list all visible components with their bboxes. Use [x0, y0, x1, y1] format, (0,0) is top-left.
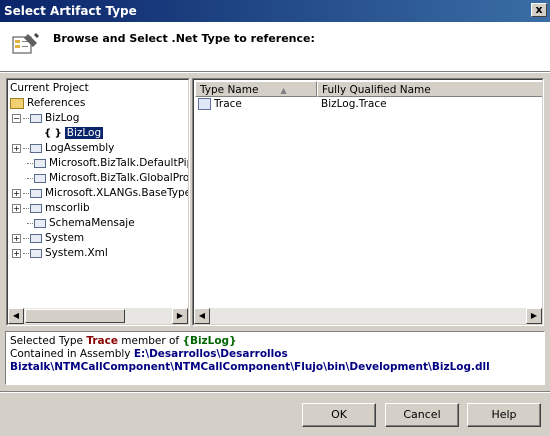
selection-info: Selected Type Trace member of {BizLog} C… — [5, 331, 545, 385]
scroll-thumb[interactable] — [25, 309, 125, 323]
scroll-right-icon[interactable]: ▶ — [172, 308, 188, 324]
tree-item-label: Microsoft.BizTalk.DefaultPipelin — [49, 157, 188, 169]
window-title: Select Artifact Type — [4, 4, 137, 18]
assembly-line: Contained in Assembly E:\Desarrollos\Des… — [10, 348, 540, 374]
selected-namespace: {BizLog} — [182, 335, 237, 347]
tree-item-mscorlib[interactable]: + mscorlib — [12, 202, 90, 217]
tree-item-label: SchemaMensaje — [49, 217, 135, 229]
assembly-icon — [34, 158, 46, 168]
tree-item-bizlog[interactable]: − BizLog — [12, 112, 79, 127]
collapse-icon[interactable]: − — [12, 113, 21, 123]
class-type-icon — [198, 98, 211, 110]
assembly-icon — [30, 203, 42, 213]
help-button[interactable]: Help — [467, 403, 541, 427]
expand-icon[interactable]: + — [12, 203, 21, 213]
close-icon: x — [535, 3, 543, 16]
references-icon — [10, 97, 24, 109]
type-list[interactable]: Type Name ▲ Fully Qualified Name Trace Bi… — [192, 78, 544, 326]
tree-item-label: References — [27, 97, 86, 109]
tree-item-label: Microsoft.BizTalk.GlobalPropert — [49, 172, 189, 184]
tree-item-system-xml[interactable]: + System.Xml — [12, 247, 108, 262]
artifact-tree[interactable]: Current Project References − BizLog { } Bi… — [6, 78, 190, 326]
sort-ascending-icon: ▲ — [280, 86, 287, 95]
tree-item-label: System.Xml — [45, 247, 108, 259]
title-bar: Select Artifact Type x — [0, 0, 550, 22]
assembly-icon — [30, 233, 42, 243]
tree-item-label: LogAssembly — [45, 142, 115, 154]
tree-horizontal-scrollbar[interactable]: ◀ ▶ — [8, 308, 188, 324]
selected-type-name: Trace — [86, 335, 118, 347]
assembly-icon — [30, 248, 42, 258]
column-label: Type Name — [200, 84, 259, 96]
tree-item-system[interactable]: + System — [12, 232, 84, 247]
assembly-icon — [30, 113, 42, 123]
tree-item-label: BizLog — [64, 127, 104, 139]
tree-item-label: mscorlib — [45, 202, 90, 214]
tree-root-label: Current Project — [10, 82, 89, 94]
tree-item-schemamensaje[interactable]: SchemaMensaje — [27, 217, 135, 232]
tree-item-label: Microsoft.XLANGs.BaseTypes — [45, 187, 189, 199]
label: Selected Type — [10, 335, 83, 347]
tree-item-defaultpipelines[interactable]: Microsoft.BizTalk.DefaultPipelin — [27, 157, 188, 172]
type-name-cell: Trace — [214, 98, 242, 110]
assembly-icon — [30, 143, 42, 153]
list-horizontal-scrollbar[interactable]: ◀ ▶ — [194, 308, 542, 324]
footer-divider-highlight — [0, 392, 550, 393]
tree-item-bizlog-namespace[interactable]: { } BizLog — [44, 127, 104, 142]
column-header-qualified-name[interactable]: Fully Qualified Name — [317, 81, 542, 97]
selected-type-line: Selected Type Trace member of {BizLog} — [10, 335, 540, 348]
tree-item-label: BizLog — [45, 112, 80, 124]
scroll-left-icon[interactable]: ◀ — [8, 308, 24, 324]
qualified-name-cell: BizLog.Trace — [321, 98, 387, 110]
namespace-icon: { } — [44, 128, 62, 139]
label: member of — [121, 335, 180, 347]
list-row[interactable]: Trace — [198, 98, 242, 114]
tree-item-xlangs[interactable]: + Microsoft.XLANGs.BaseTypes — [12, 187, 189, 202]
scroll-right-icon[interactable]: ▶ — [526, 308, 542, 324]
ok-button[interactable]: OK — [302, 403, 376, 427]
tree-item-references[interactable]: References — [10, 97, 85, 112]
expand-icon[interactable]: + — [12, 143, 21, 153]
assembly-icon — [34, 218, 46, 228]
assembly-icon — [30, 188, 42, 198]
header-divider — [0, 72, 550, 73]
label: Contained in Assembly — [10, 348, 131, 360]
cancel-button[interactable]: Cancel — [385, 403, 459, 427]
close-button[interactable]: x — [531, 3, 547, 17]
instruction-text: Browse and Select .Net Type to reference… — [53, 32, 315, 45]
column-label: Fully Qualified Name — [322, 84, 431, 96]
expand-icon[interactable]: + — [12, 188, 21, 198]
tree-root[interactable]: Current Project — [10, 82, 89, 97]
expand-icon[interactable]: + — [12, 248, 21, 258]
column-header-type-name[interactable]: Type Name ▲ — [195, 81, 317, 97]
scroll-left-icon[interactable]: ◀ — [194, 308, 210, 324]
browse-type-icon — [12, 33, 39, 54]
assembly-icon — [34, 173, 46, 183]
tree-item-label: System — [45, 232, 85, 244]
header-panel: Browse and Select .Net Type to reference… — [0, 22, 550, 72]
expand-icon[interactable]: + — [12, 233, 21, 243]
tree-item-logassembly[interactable]: + LogAssembly — [12, 142, 114, 157]
tree-item-globalproperties[interactable]: Microsoft.BizTalk.GlobalPropert — [27, 172, 189, 187]
